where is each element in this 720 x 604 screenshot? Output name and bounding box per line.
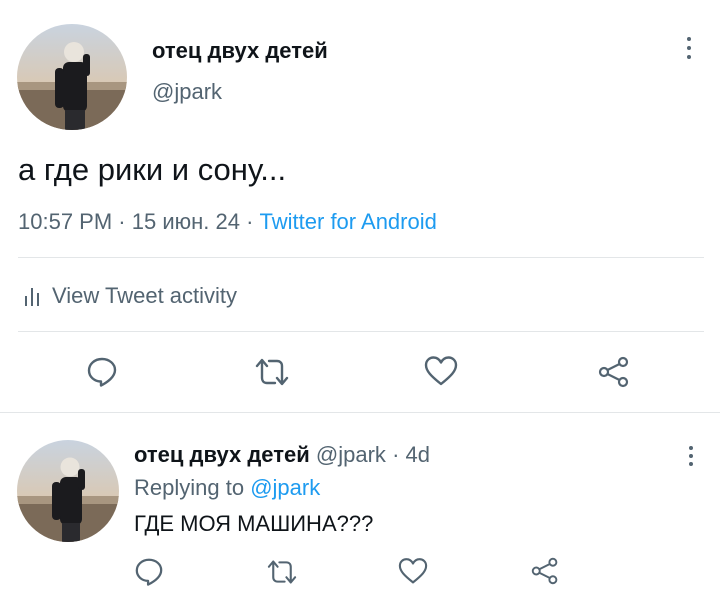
tweet-date: 15 июн. 24 xyxy=(131,209,240,234)
replying-to: Replying to @jpark xyxy=(134,475,320,501)
more-icon[interactable] xyxy=(688,446,694,466)
replying-to-label: Replying to xyxy=(134,475,245,500)
divider xyxy=(0,412,720,413)
display-name[interactable]: отец двух детей xyxy=(152,38,328,64)
handle[interactable]: @jpark xyxy=(152,79,222,105)
divider xyxy=(18,257,704,258)
tweet-meta: 10:57 PM · 15 июн. 24 · Twitter for Andr… xyxy=(18,209,437,235)
separator: · xyxy=(392,442,400,467)
like-icon[interactable] xyxy=(397,557,429,585)
avatar[interactable] xyxy=(17,24,127,130)
reply-icon[interactable] xyxy=(86,355,118,387)
share-icon[interactable] xyxy=(530,557,560,585)
reply-avatar[interactable] xyxy=(17,440,119,542)
tweet-activity-label: View Tweet activity xyxy=(52,283,238,308)
reply-text: ГДЕ МОЯ МАШИНА??? xyxy=(134,511,374,536)
separator: · xyxy=(246,209,254,234)
tweet-activity-button[interactable]: View Tweet activity xyxy=(24,283,237,309)
tweet-source-link[interactable]: Twitter for Android xyxy=(260,209,437,234)
activity-icon xyxy=(24,286,40,306)
reply-handle[interactable]: @jpark xyxy=(316,442,386,467)
tweet-text: а где рики и сону... xyxy=(18,152,287,187)
reply-header: отец двух детей @jpark · 4d xyxy=(134,442,430,468)
reply-icon[interactable] xyxy=(134,556,164,586)
replying-to-handle[interactable]: @jpark xyxy=(250,475,320,500)
more-icon[interactable] xyxy=(686,37,692,59)
share-icon[interactable] xyxy=(597,356,631,388)
reply-display-name[interactable]: отец двух детей xyxy=(134,442,310,467)
reply-age: 4d xyxy=(405,442,430,467)
tweet-time: 10:57 PM xyxy=(18,209,113,234)
retweet-icon[interactable] xyxy=(265,558,299,586)
divider xyxy=(18,331,704,332)
retweet-icon[interactable] xyxy=(253,356,291,388)
like-icon[interactable] xyxy=(423,355,459,387)
separator: · xyxy=(118,209,126,234)
